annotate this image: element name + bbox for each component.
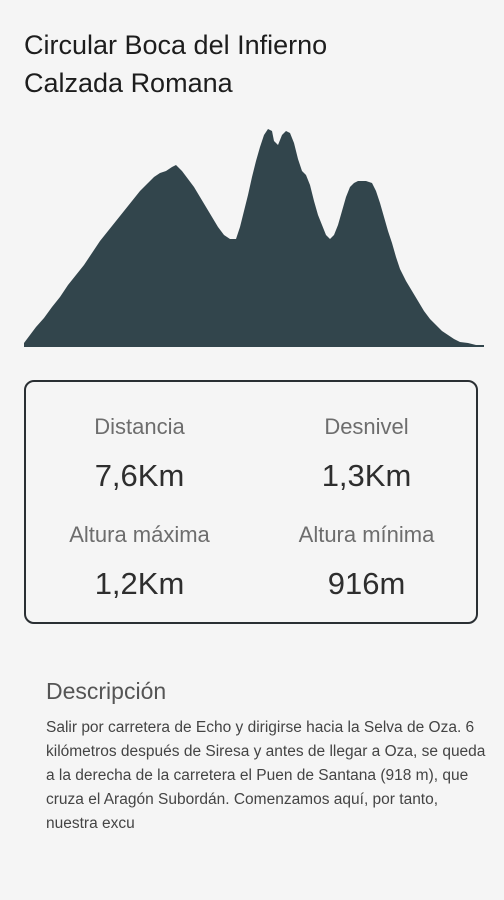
stat-max-altitude: Altura máxima 1,2Km: [26, 520, 253, 604]
stat-min-altitude-value: 916m: [327, 566, 406, 601]
route-stats-card: Distancia 7,6Km Desnivel 1,3Km Altura má…: [24, 380, 478, 624]
route-title: Circular Boca del Infierno Calzada Roman…: [24, 26, 484, 102]
stat-elevation-gain-value: 1,3Km: [321, 458, 412, 493]
stat-distance-label: Distancia: [94, 414, 185, 439]
stat-min-altitude-label: Altura mínima: [298, 522, 435, 547]
route-title-line1: Circular Boca del Infierno: [24, 30, 328, 60]
stat-max-altitude-label: Altura máxima: [69, 522, 210, 547]
elevation-profile-area: [24, 129, 484, 347]
route-title-line2: Calzada Romana: [24, 68, 233, 98]
stat-distance: Distancia 7,6Km: [26, 412, 253, 496]
description-text: Salir por carretera de Echo y dirigirse …: [46, 719, 486, 832]
stat-min-altitude: Altura mínima 916m: [253, 520, 480, 604]
elevation-profile-chart: [24, 129, 484, 347]
description-heading: Descripción: [46, 678, 167, 704]
stat-max-altitude-value: 1,2Km: [94, 566, 185, 601]
stat-distance-value: 7,6Km: [94, 458, 185, 493]
stat-elevation-gain-label: Desnivel: [324, 414, 409, 439]
stat-elevation-gain: Desnivel 1,3Km: [253, 412, 480, 496]
